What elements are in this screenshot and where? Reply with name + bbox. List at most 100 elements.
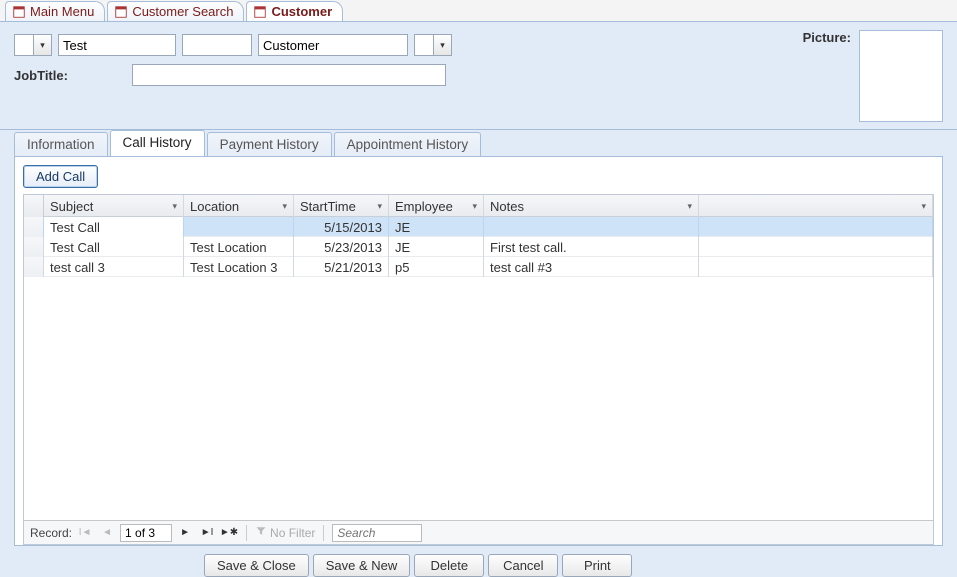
picture-label: Picture: xyxy=(803,30,851,45)
cell-start[interactable]: 5/15/2013 xyxy=(294,217,389,237)
chevron-down-icon: ▾ xyxy=(282,201,287,212)
prefix-dropdown[interactable] xyxy=(14,34,52,56)
button-label: Delete xyxy=(431,558,469,573)
col-label: StartTime xyxy=(300,199,356,214)
chevron-down-icon xyxy=(33,35,51,55)
col-header-starttime[interactable]: StartTime ▾ xyxy=(294,195,389,217)
record-label: Record: xyxy=(30,526,72,540)
cell-notes[interactable] xyxy=(484,217,699,237)
first-name-input[interactable] xyxy=(58,34,176,56)
nav-new-icon[interactable]: ►✱ xyxy=(220,524,238,542)
tab-payment-history[interactable]: Payment History xyxy=(207,132,332,156)
form-icon xyxy=(12,5,26,19)
print-button[interactable]: Print xyxy=(562,554,632,577)
save-new-button[interactable]: Save & New xyxy=(313,554,411,577)
nav-first-icon[interactable]: I◄ xyxy=(76,524,94,542)
delete-button[interactable]: Delete xyxy=(414,554,484,577)
form-icon xyxy=(114,5,128,19)
nav-prev-icon[interactable]: ◄ xyxy=(98,524,116,542)
footer-button-bar: Save & Close Save & New Delete Cancel Pr… xyxy=(14,546,943,577)
cell-employee[interactable]: p5 xyxy=(389,257,484,277)
table-row[interactable]: Test Call Test Location 5/23/2013 JE Fir… xyxy=(24,237,933,257)
customer-header: JobTitle: Picture: xyxy=(0,22,957,130)
cell-employee[interactable]: JE xyxy=(389,237,484,257)
app-tab-label: Main Menu xyxy=(30,4,94,19)
col-header-extra[interactable]: ▾ xyxy=(699,195,933,217)
col-header-employee[interactable]: Employee ▾ xyxy=(389,195,484,217)
tab-appointment-history[interactable]: Appointment History xyxy=(334,132,482,156)
app-tab-main-menu[interactable]: Main Menu xyxy=(5,1,105,21)
middle-name-input[interactable] xyxy=(182,34,252,56)
chevron-down-icon: ▾ xyxy=(687,201,692,212)
cell-subject[interactable]: test call 3 xyxy=(44,257,184,277)
separator xyxy=(323,525,324,541)
cell-location[interactable]: Test Location xyxy=(184,237,294,257)
chevron-down-icon: ▾ xyxy=(172,201,177,212)
cell-subject[interactable]: Test Call xyxy=(44,217,184,237)
separator xyxy=(246,525,247,541)
col-label: Subject xyxy=(50,199,93,214)
record-position-input[interactable] xyxy=(120,524,172,542)
cell-location[interactable]: Test Location 3 xyxy=(184,257,294,277)
record-search-input[interactable] xyxy=(332,524,422,542)
grid-header: Subject▾ Location▾ StartTime▾ Employee▾ … xyxy=(24,195,933,217)
form-icon xyxy=(253,5,267,19)
nav-next-icon[interactable]: ► xyxy=(176,524,194,542)
col-header-subject[interactable]: Subject ▾ xyxy=(44,195,184,217)
cell-start[interactable]: 5/21/2013 xyxy=(294,257,389,277)
grid-body[interactable]: Test Call 5/15/2013 JE Test Call Test Lo… xyxy=(24,217,933,520)
cell-extra[interactable] xyxy=(699,237,933,257)
col-label: Employee xyxy=(395,199,453,214)
cell-notes[interactable]: test call #3 xyxy=(484,257,699,277)
tab-label: Information xyxy=(27,137,95,152)
suffix-dropdown[interactable] xyxy=(414,34,452,56)
nav-last-icon[interactable]: ►I xyxy=(198,524,216,542)
select-all-box[interactable] xyxy=(24,195,44,217)
tab-information[interactable]: Information xyxy=(14,132,108,156)
col-header-notes[interactable]: Notes ▾ xyxy=(484,195,699,217)
app-tab-bar: Main Menu Customer Search Customer xyxy=(0,0,957,22)
app-tab-customer-search[interactable]: Customer Search xyxy=(107,1,244,21)
row-selector[interactable] xyxy=(24,257,44,277)
cell-subject[interactable]: Test Call xyxy=(44,237,184,257)
row-selector[interactable] xyxy=(24,237,44,257)
tab-label: Payment History xyxy=(220,137,319,152)
chevron-down-icon: ▾ xyxy=(377,201,382,212)
chevron-down-icon xyxy=(433,35,451,55)
button-label: Cancel xyxy=(503,558,543,573)
app-tab-label: Customer Search xyxy=(132,4,233,19)
button-label: Save & Close xyxy=(217,558,296,573)
cell-location[interactable] xyxy=(184,217,294,237)
chevron-down-icon: ▾ xyxy=(921,201,926,212)
cancel-button[interactable]: Cancel xyxy=(488,554,558,577)
call-history-panel: Add Call Subject ▾ Location ▾ StartTime ▾ E… xyxy=(14,156,943,546)
cell-start[interactable]: 5/23/2013 xyxy=(294,237,389,257)
col-label: Location xyxy=(190,199,239,214)
jobtitle-input[interactable] xyxy=(132,64,446,86)
table-row[interactable]: test call 3 Test Location 3 5/21/2013 p5… xyxy=(24,257,933,277)
call-grid: Subject▾ Location▾ StartTime▾ Employee▾ … xyxy=(23,194,934,545)
cell-notes[interactable]: First test call. xyxy=(484,237,699,257)
add-call-button[interactable]: Add Call xyxy=(23,165,98,188)
funnel-icon xyxy=(255,525,267,540)
record-navigator: Record: I◄ ◄ ► ►I ►✱ No Filter xyxy=(24,520,933,544)
app-tab-customer[interactable]: Customer xyxy=(246,1,343,21)
picture-frame[interactable] xyxy=(859,30,943,122)
table-row[interactable]: Test Call 5/15/2013 JE xyxy=(24,217,933,237)
row-selector[interactable] xyxy=(24,217,44,237)
chevron-down-icon: ▾ xyxy=(472,201,477,212)
cell-employee[interactable]: JE xyxy=(389,217,484,237)
tab-call-history[interactable]: Call History xyxy=(110,130,205,156)
cell-extra[interactable] xyxy=(699,257,933,277)
last-name-input[interactable] xyxy=(258,34,408,56)
no-filter-indicator[interactable]: No Filter xyxy=(255,525,315,540)
save-close-button[interactable]: Save & Close xyxy=(204,554,309,577)
col-header-location[interactable]: Location ▾ xyxy=(184,195,294,217)
jobtitle-label: JobTitle: xyxy=(14,68,68,83)
cell-extra[interactable] xyxy=(699,217,933,237)
button-label: Save & New xyxy=(326,558,398,573)
col-label: Notes xyxy=(490,199,524,214)
app-tab-label: Customer xyxy=(271,4,332,19)
tab-label: Appointment History xyxy=(347,137,469,152)
button-label: Print xyxy=(584,558,611,573)
